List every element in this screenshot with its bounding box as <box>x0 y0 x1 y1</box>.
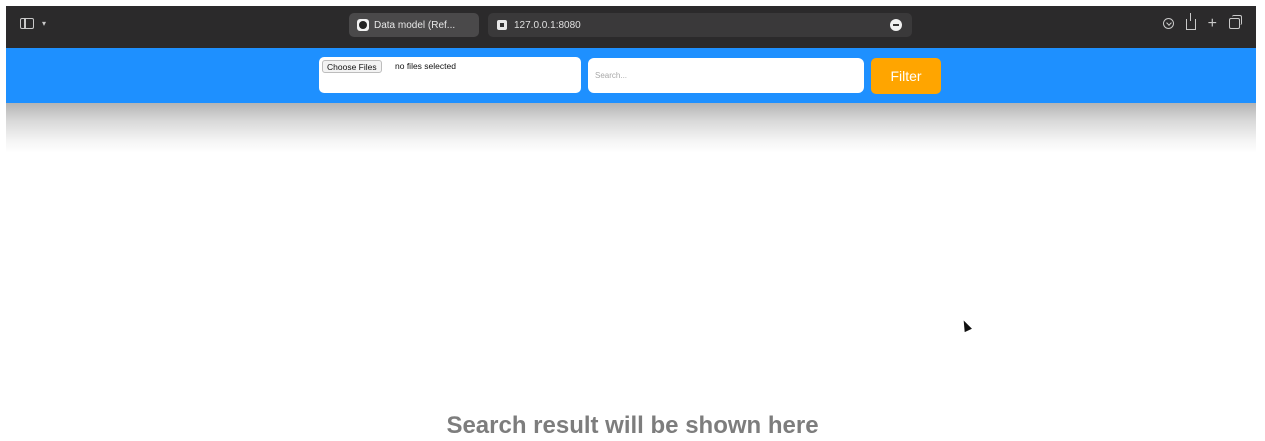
browser-toolbar: ▾ Data model (Ref... 127.0.0.1:8080 + <box>6 6 1256 48</box>
search-result-placeholder: Search result will be shown here <box>446 412 819 439</box>
sidebar-toggle-icon[interactable] <box>20 18 34 29</box>
tab-title: Data model (Ref... <box>374 19 456 31</box>
address-bar[interactable]: 127.0.0.1:8080 <box>488 13 912 37</box>
filter-button[interactable]: Filter <box>871 58 941 94</box>
choose-files-button[interactable]: Choose Files <box>322 60 382 73</box>
toolbar-actions: + <box>1162 13 1242 31</box>
content-blocker-icon[interactable] <box>890 19 902 31</box>
browser-tab[interactable]: Data model (Ref... <box>349 13 479 37</box>
file-status-text: no files selected <box>395 61 456 71</box>
share-icon[interactable] <box>1185 13 1196 30</box>
tab-overview-icon[interactable] <box>1229 14 1242 29</box>
search-input[interactable] <box>588 58 864 93</box>
url-text[interactable]: 127.0.0.1:8080 <box>514 20 581 31</box>
header-shadow <box>6 103 1256 153</box>
new-tab-icon[interactable]: + <box>1208 15 1217 31</box>
file-upload-field[interactable]: Choose Files no files selected <box>319 57 581 93</box>
app-header: Choose Files no files selected Filter <box>6 48 1256 103</box>
downloads-icon[interactable] <box>1162 17 1174 29</box>
site-favicon-icon <box>497 20 507 30</box>
chevron-down-icon[interactable]: ▾ <box>42 19 46 28</box>
tab-favicon-icon <box>357 19 369 31</box>
mouse-cursor-icon <box>960 318 972 333</box>
sidebar-controls[interactable]: ▾ <box>20 18 46 29</box>
browser-window: ▾ Data model (Ref... 127.0.0.1:8080 + Ch… <box>0 0 1265 441</box>
